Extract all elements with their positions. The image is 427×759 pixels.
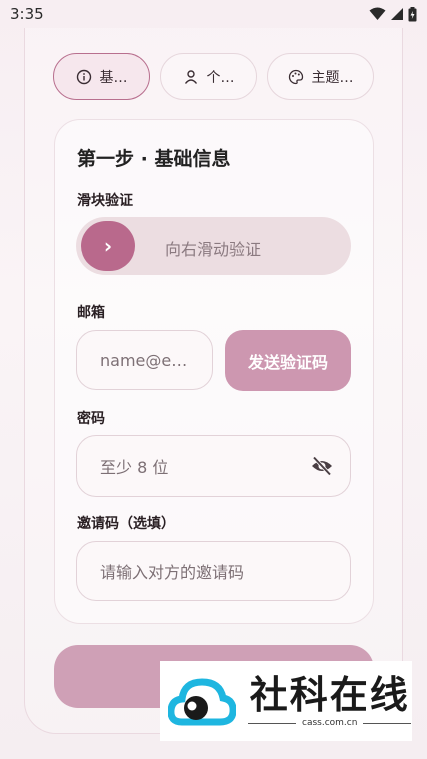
wifi-icon	[369, 7, 386, 20]
status-time: 3:35	[10, 5, 44, 23]
watermark-text: 社科在线 cass.com.cn	[248, 673, 412, 728]
watermark-subtitle: cass.com.cn	[302, 718, 358, 728]
email-placeholder: name@e…	[100, 350, 188, 370]
invite-label: 邀请码（选填）	[77, 516, 175, 532]
invite-code-field[interactable]: 请输入对方的邀请码	[76, 541, 351, 601]
slider-hint: 向右滑动验证	[165, 240, 262, 259]
password-placeholder: 至少 8 位	[100, 458, 169, 477]
info-icon	[76, 69, 91, 84]
tab-profile[interactable]: 个…	[160, 53, 257, 100]
send-code-button[interactable]: 发送验证码	[225, 330, 351, 391]
signal-icon	[391, 8, 403, 20]
slider-label: 滑块验证	[77, 193, 133, 209]
status-bar: 3:35	[0, 0, 427, 28]
battery-icon	[408, 6, 417, 21]
watermark-subtitle-row: cass.com.cn	[248, 718, 412, 728]
email-label: 邮箱	[77, 305, 105, 321]
tab-label: 个…	[206, 69, 235, 86]
tab-basic-info[interactable]: 基…	[53, 53, 150, 100]
watermark-logo	[167, 670, 237, 732]
watermark-title: 社科在线	[249, 673, 410, 717]
person-icon	[184, 69, 197, 84]
email-field[interactable]: name@e…	[76, 330, 213, 390]
watermark: 社科在线 cass.com.cn	[160, 661, 412, 741]
tab-theme[interactable]: 主题…	[267, 53, 374, 100]
step-tabs: 基… 个… 主题…	[53, 53, 374, 100]
status-icons	[369, 6, 417, 22]
visibility-off-icon[interactable]	[311, 456, 333, 476]
invite-placeholder: 请输入对方的邀请码	[100, 563, 245, 582]
palette-icon	[288, 69, 303, 84]
tab-label: 基…	[99, 69, 128, 86]
slider-knob[interactable]: ›	[81, 221, 135, 271]
password-field[interactable]: 至少 8 位	[76, 435, 351, 497]
password-label: 密码	[77, 411, 105, 427]
chevron-right-icon: ›	[103, 234, 113, 258]
tab-label: 主题…	[311, 69, 354, 86]
step-title: 第一步 · 基础信息	[77, 148, 231, 170]
